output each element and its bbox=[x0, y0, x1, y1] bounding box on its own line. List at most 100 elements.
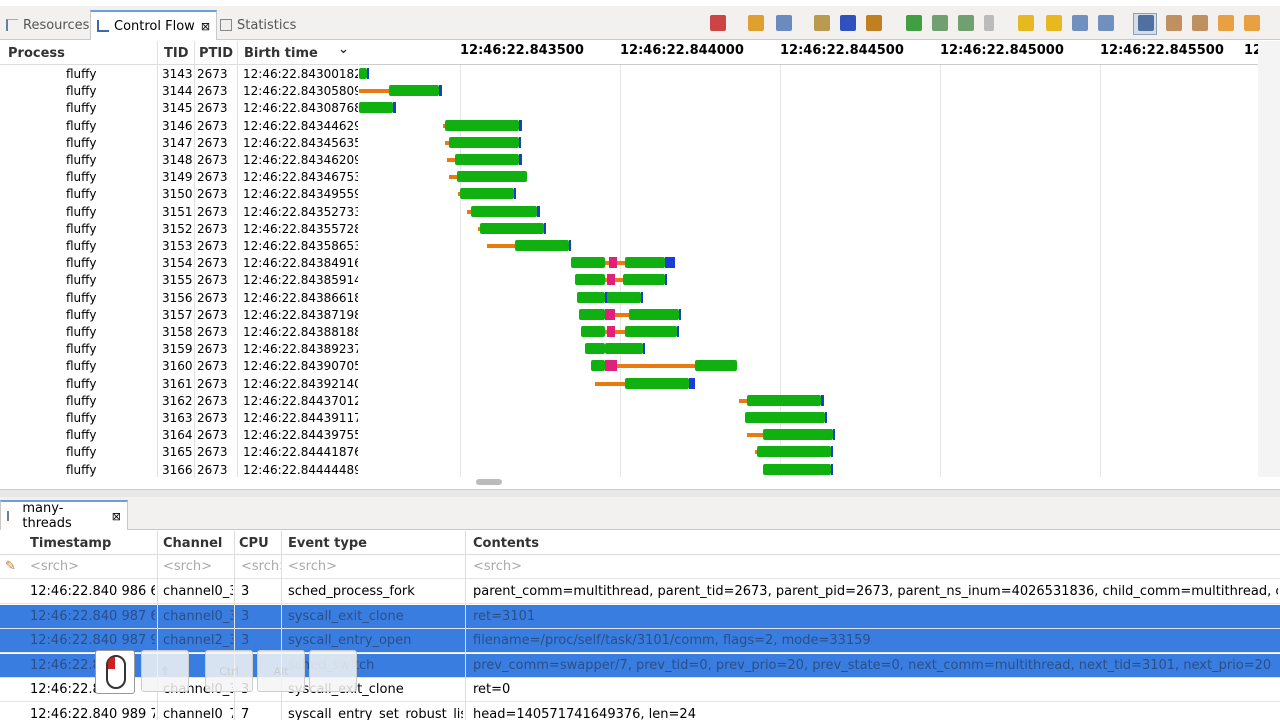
running-state-bar[interactable] bbox=[625, 326, 677, 337]
time-graph[interactable] bbox=[359, 65, 1280, 477]
running-state-bar[interactable] bbox=[471, 205, 537, 217]
tree-row[interactable]: fluffy 3145 2673 12:46:22.843087684 bbox=[0, 99, 358, 116]
running-state-bar[interactable] bbox=[757, 446, 831, 458]
tab-many-threads[interactable]: many-threads ⊠ bbox=[0, 500, 128, 531]
wait-state-bar[interactable] bbox=[615, 278, 623, 283]
wait-state-bar[interactable] bbox=[615, 312, 629, 317]
search-timestamp[interactable]: <srch> bbox=[30, 559, 79, 574]
running-state-bar[interactable] bbox=[457, 171, 527, 183]
wait-state-bar[interactable] bbox=[747, 433, 763, 438]
running-state-bar[interactable] bbox=[763, 429, 833, 441]
running-state-bar[interactable] bbox=[585, 343, 605, 355]
tree-row[interactable]: fluffy 3165 2673 12:46:22.844418763 bbox=[0, 443, 358, 460]
running-state-bar[interactable] bbox=[455, 154, 519, 165]
event-row[interactable]: 12:46:22.840 986 685 channel0_3 3 sched_pro… bbox=[0, 580, 1280, 604]
header-cpu[interactable]: CPU bbox=[239, 536, 269, 551]
next-marker-icon[interactable] bbox=[958, 15, 974, 31]
syscall-state-bar[interactable] bbox=[689, 377, 695, 389]
running-state-bar[interactable] bbox=[581, 326, 605, 337]
tree-row[interactable]: fluffy 3147 2673 12:46:22.843456353 bbox=[0, 134, 358, 151]
running-state-bar[interactable] bbox=[359, 102, 393, 114]
syscall-state-bar[interactable] bbox=[677, 326, 679, 337]
close-icon[interactable]: ⊠ bbox=[201, 20, 210, 33]
running-state-bar[interactable] bbox=[623, 274, 665, 286]
tree-row[interactable]: fluffy 3163 2673 12:46:22.844391171 bbox=[0, 409, 358, 426]
show-legend-icon[interactable] bbox=[776, 15, 792, 31]
running-state-bar[interactable] bbox=[695, 360, 737, 372]
tree-row[interactable]: fluffy 3156 2673 12:46:22.843866187 bbox=[0, 289, 358, 306]
syscall-state-bar[interactable] bbox=[519, 119, 522, 131]
running-state-bar[interactable] bbox=[445, 119, 519, 131]
wait-state-bar[interactable] bbox=[615, 330, 625, 334]
tree-row[interactable]: fluffy 3146 2673 12:46:22.843446296 bbox=[0, 117, 358, 134]
header-timestamp[interactable]: Timestamp bbox=[30, 536, 111, 551]
running-state-bar[interactable] bbox=[449, 136, 519, 148]
tree-row[interactable]: fluffy 3164 2673 12:46:22.844397558 bbox=[0, 426, 358, 443]
search-row[interactable]: ✎ <srch> <srch> <srch> <srch> <srch> bbox=[0, 555, 1280, 579]
syscall-state-bar[interactable] bbox=[519, 154, 522, 165]
syscall-state-bar[interactable] bbox=[825, 412, 827, 423]
tree-row[interactable]: fluffy 3149 2673 12:46:22.843467533 bbox=[0, 168, 358, 185]
header-event-type[interactable]: Event type bbox=[288, 536, 367, 551]
tree-row[interactable]: fluffy 3157 2673 12:46:22.843871980 bbox=[0, 306, 358, 323]
tree-row[interactable]: fluffy 3143 2673 12:46:22.843001821 bbox=[0, 65, 358, 82]
syscall-state-bar[interactable] bbox=[537, 205, 540, 217]
pin-icon[interactable]: ✎ bbox=[5, 559, 16, 574]
running-state-bar[interactable] bbox=[747, 394, 821, 406]
wait-state-bar[interactable] bbox=[595, 381, 625, 386]
header-contents[interactable]: Contents bbox=[473, 536, 539, 551]
running-state-bar[interactable] bbox=[605, 343, 643, 355]
collapse-icon[interactable] bbox=[866, 15, 882, 31]
search-contents[interactable]: <srch> bbox=[473, 559, 522, 574]
event-row[interactable]: 12:46:22.8sched_switchprev_comm=swapper/… bbox=[0, 653, 1280, 678]
interrupted-state-bar[interactable] bbox=[609, 257, 617, 269]
header-process[interactable]: Process bbox=[8, 46, 65, 61]
tab-statistics[interactable]: Statistics bbox=[214, 10, 302, 40]
header-tid[interactable]: TID bbox=[164, 46, 189, 61]
syscall-state-bar[interactable] bbox=[367, 68, 369, 79]
syscall-state-bar[interactable] bbox=[393, 102, 396, 114]
running-state-bar[interactable] bbox=[745, 412, 825, 423]
running-state-bar[interactable] bbox=[359, 68, 367, 79]
running-state-bar[interactable] bbox=[571, 257, 605, 269]
interrupted-state-bar[interactable] bbox=[605, 308, 615, 320]
tree-row[interactable]: fluffy 3162 2673 12:46:22.844370122 bbox=[0, 392, 358, 409]
time-scale[interactable]: 12:46:22.843500 12:46:22.844000 12:46:22… bbox=[359, 41, 1280, 65]
running-state-bar[interactable] bbox=[515, 240, 569, 251]
syscall-state-bar[interactable] bbox=[439, 85, 442, 97]
tree-row[interactable]: fluffy 3159 2673 12:46:22.843892378 bbox=[0, 340, 358, 357]
tree-row[interactable]: fluffy 3152 2673 12:46:22.843557280 bbox=[0, 220, 358, 237]
syscall-state-bar[interactable] bbox=[821, 394, 824, 406]
tree-row[interactable]: fluffy 3158 2673 12:46:22.843881883 bbox=[0, 323, 358, 340]
previous-state-icon[interactable] bbox=[1218, 15, 1234, 31]
wait-state-bar[interactable] bbox=[739, 398, 747, 403]
running-state-bar[interactable] bbox=[625, 377, 689, 389]
zoom-out-icon[interactable] bbox=[1098, 15, 1114, 31]
syscall-state-bar[interactable] bbox=[544, 222, 546, 234]
running-state-bar[interactable] bbox=[480, 222, 544, 234]
interrupted-state-bar[interactable] bbox=[605, 360, 617, 372]
syscall-state-bar[interactable] bbox=[519, 136, 521, 148]
syscall-state-bar[interactable] bbox=[831, 463, 833, 475]
event-row[interactable]: 12:46:22.840 987 903 channel2_3 3 syscall_e… bbox=[0, 629, 1280, 653]
arrow-down-icon[interactable] bbox=[1046, 15, 1062, 31]
syscall-state-bar[interactable] bbox=[514, 188, 516, 200]
tree-row[interactable]: fluffy 3154 2673 12:46:22.843849161 bbox=[0, 254, 358, 271]
syscall-state-bar[interactable] bbox=[641, 291, 643, 303]
event-row[interactable]: 12:46:22.840 989 771 channel0_7 7 syscall_e… bbox=[0, 703, 1280, 720]
wait-state-bar[interactable] bbox=[617, 364, 695, 369]
search-channel[interactable]: <srch> bbox=[163, 559, 212, 574]
vertical-scrollbar[interactable] bbox=[1258, 41, 1280, 477]
tree-row[interactable]: fluffy 3153 2673 12:46:22.843586538 bbox=[0, 237, 358, 254]
running-state-bar[interactable] bbox=[629, 308, 679, 320]
syscall-state-bar[interactable] bbox=[679, 308, 681, 320]
syscall-state-bar[interactable] bbox=[665, 274, 667, 286]
search-event-type[interactable]: <srch> bbox=[288, 559, 337, 574]
header-ptid[interactable]: PTID bbox=[199, 46, 233, 61]
running-state-bar[interactable] bbox=[579, 308, 605, 320]
event-row[interactable]: 12:46:22.840 987 685 channel0_3 3 syscall_e… bbox=[0, 604, 1280, 629]
previous-event-icon[interactable] bbox=[1166, 15, 1182, 31]
header-channel[interactable]: Channel bbox=[163, 536, 222, 551]
tab-resources[interactable]: Resources bbox=[0, 10, 95, 40]
next-state-icon[interactable] bbox=[1244, 15, 1260, 31]
